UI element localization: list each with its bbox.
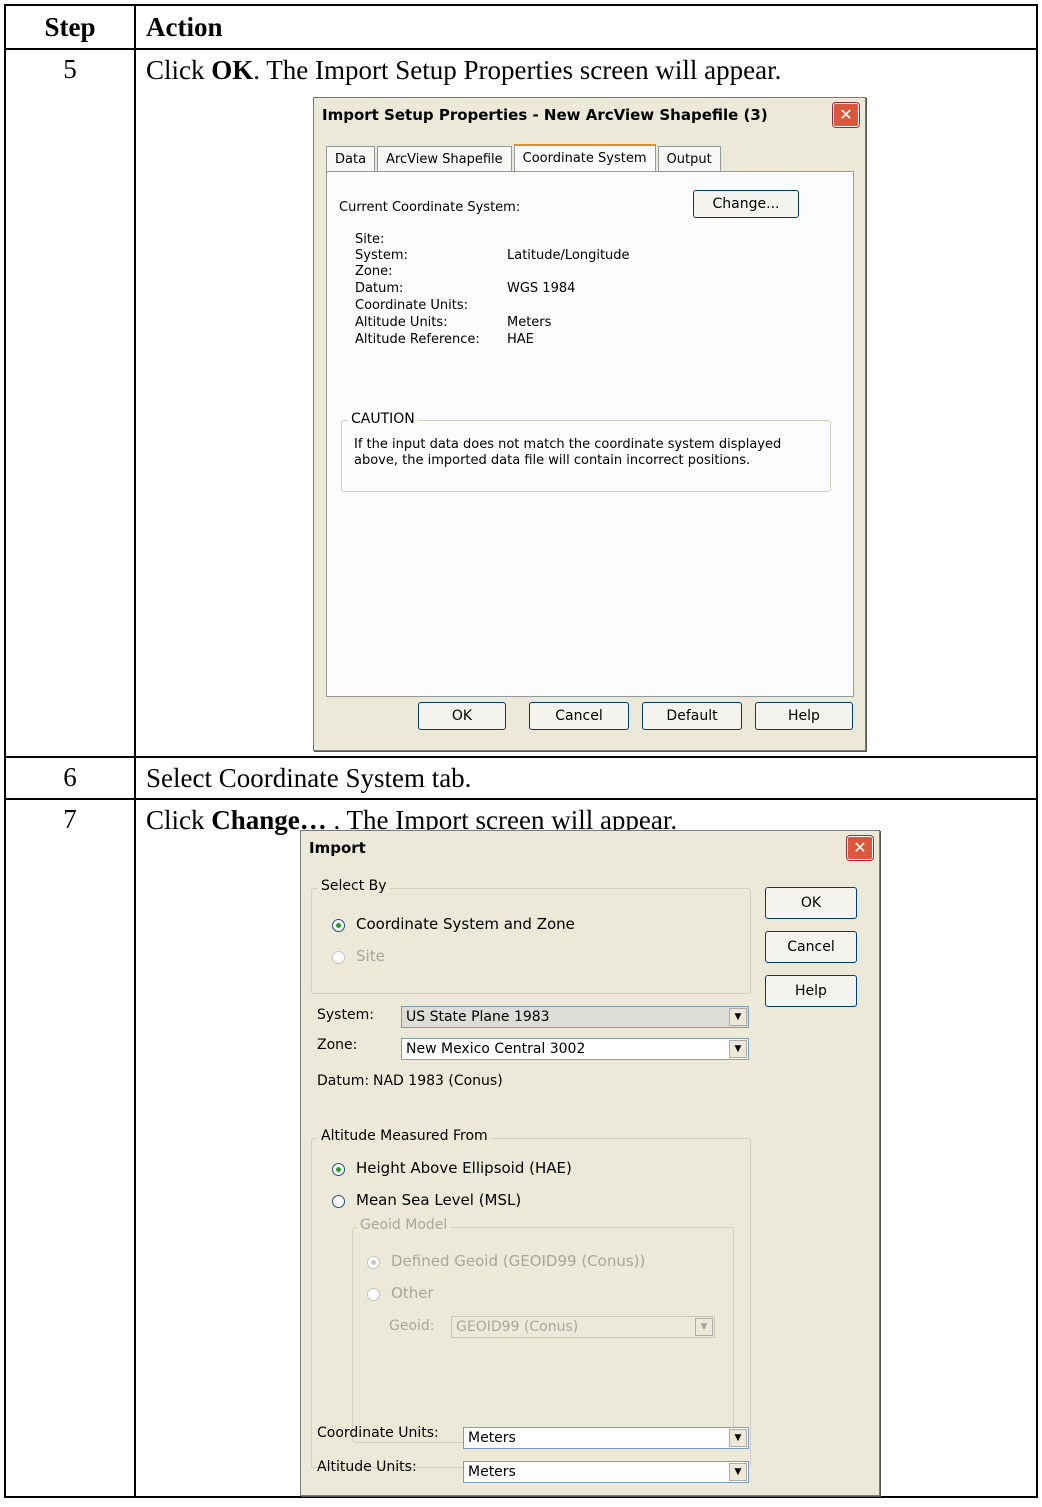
import-dialog: Import ✕ Select By Coordinate System and… — [300, 830, 880, 1496]
msl-radio[interactable] — [332, 1195, 345, 1208]
dialog-titlebar: Import ✕ — [301, 831, 879, 865]
change-button[interactable]: Change... — [693, 190, 799, 218]
altitude-units-select[interactable]: Meters ▼ — [463, 1461, 749, 1483]
site-label: Site: — [355, 232, 385, 247]
zone-label: Zone: — [355, 264, 393, 279]
altitude-reference-label: Altitude Reference: — [355, 332, 480, 347]
coordinate-units-label: Coordinate Units: — [317, 1425, 439, 1441]
altitude-units-label: Altitude Units: — [317, 1459, 417, 1475]
dialog-title: Import Setup Properties - New ArcView Sh… — [322, 106, 768, 124]
coordinate-units-label: Coordinate Units: — [355, 298, 469, 313]
default-button[interactable]: Default — [642, 702, 742, 730]
close-icon[interactable]: ✕ — [847, 836, 873, 860]
action-cell: Select Coordinate System tab. — [134, 756, 1038, 800]
tab-coordinate-system[interactable]: Coordinate System — [513, 144, 656, 172]
system-value: US State Plane 1983 — [406, 1009, 550, 1025]
caution-line-2: above, the imported data file will conta… — [354, 453, 751, 468]
caution-title: CAUTION — [348, 411, 418, 427]
geoid-model-title: Geoid Model — [357, 1217, 451, 1233]
chevron-down-icon[interactable]: ▼ — [729, 1429, 747, 1447]
tab-bar: Data ArcView Shapefile Coordinate System… — [326, 144, 723, 174]
tab-arcview-shapefile[interactable]: ArcView Shapefile — [377, 146, 512, 174]
datum-label: Datum: — [317, 1073, 370, 1089]
action-header: Action — [134, 4, 1038, 50]
datum-value: NAD 1983 (Conus) — [373, 1073, 503, 1089]
system-select[interactable]: US State Plane 1983 ▼ — [401, 1006, 749, 1028]
coordinate-units-value: Meters — [468, 1430, 516, 1446]
coordinate-system-option: Coordinate System and Zone — [356, 915, 575, 933]
altitude-reference-value: HAE — [507, 332, 534, 347]
geoid-model-group: Geoid Model Defined Geoid (GEOID99 (Conu… — [352, 1217, 734, 1443]
coordinate-units-select[interactable]: Meters ▼ — [463, 1427, 749, 1449]
system-value: Latitude/Longitude — [507, 248, 630, 263]
hae-option: Height Above Ellipsoid (HAE) — [356, 1159, 572, 1177]
tab-panel: Current Coordinate System: Change... Sit… — [326, 171, 854, 697]
coordinate-system-radio[interactable] — [332, 919, 345, 932]
site-radio[interactable] — [332, 951, 345, 964]
cancel-button[interactable]: Cancel — [765, 931, 857, 963]
step-number: 7 — [4, 798, 136, 1498]
chevron-down-icon[interactable]: ▼ — [729, 1040, 747, 1058]
defined-geoid-option: Defined Geoid (GEOID99 (Conus)) — [391, 1252, 646, 1270]
chevron-down-icon[interactable]: ▼ — [695, 1318, 713, 1336]
hae-radio[interactable] — [332, 1163, 345, 1176]
table-row: 5 Click OK. The Import Setup Properties … — [4, 48, 1038, 758]
geoid-label: Geoid: — [389, 1318, 435, 1334]
system-label: System: — [317, 1007, 374, 1023]
action-cell: Click OK. The Import Setup Properties sc… — [134, 48, 1038, 758]
caution-line-1: If the input data does not match the coo… — [354, 437, 782, 452]
import-setup-dialog: Import Setup Properties - New ArcView Sh… — [313, 97, 866, 751]
help-button[interactable]: Help — [755, 702, 853, 730]
zone-select[interactable]: New Mexico Central 3002 ▼ — [401, 1038, 749, 1060]
other-geoid-radio[interactable] — [367, 1288, 380, 1301]
table-row: 6 Select Coordinate System tab. — [4, 756, 1038, 800]
caution-group: CAUTION If the input data does not match… — [341, 411, 831, 492]
altitude-group: Altitude Measured From Height Above Elli… — [311, 1128, 751, 1468]
zone-value: New Mexico Central 3002 — [406, 1041, 586, 1057]
cancel-button[interactable]: Cancel — [529, 702, 629, 730]
altitude-units-value: Meters — [507, 315, 552, 330]
defined-geoid-radio[interactable] — [367, 1256, 380, 1269]
instruction: Click OK. The Import Setup Properties sc… — [146, 55, 782, 85]
current-coordinate-label: Current Coordinate System: — [339, 200, 521, 215]
close-icon[interactable]: ✕ — [833, 103, 859, 127]
ok-button[interactable]: OK — [418, 702, 506, 730]
altitude-units-value: Meters — [468, 1464, 516, 1480]
help-button[interactable]: Help — [765, 975, 857, 1007]
site-option: Site — [356, 947, 385, 965]
dialog-titlebar: Import Setup Properties - New ArcView Sh… — [314, 98, 865, 132]
step-number: 5 — [4, 48, 136, 758]
tab-data[interactable]: Data — [326, 146, 376, 174]
step-header: Step — [4, 4, 136, 50]
datum-label: Datum: — [355, 281, 404, 296]
altitude-group-title: Altitude Measured From — [318, 1128, 491, 1144]
zone-label: Zone: — [317, 1037, 358, 1053]
ok-button[interactable]: OK — [765, 887, 857, 919]
altitude-units-label: Altitude Units: — [355, 315, 448, 330]
select-by-title: Select By — [318, 878, 390, 894]
datum-value: WGS 1984 — [507, 281, 576, 296]
msl-option: Mean Sea Level (MSL) — [356, 1191, 522, 1209]
chevron-down-icon[interactable]: ▼ — [729, 1463, 747, 1481]
geoid-value: GEOID99 (Conus) — [456, 1319, 579, 1335]
system-label: System: — [355, 248, 408, 263]
geoid-select[interactable]: GEOID99 (Conus) ▼ — [451, 1316, 715, 1338]
chevron-down-icon[interactable]: ▼ — [729, 1008, 747, 1026]
header-row: Step Action — [4, 4, 1038, 50]
step-number: 6 — [4, 756, 136, 800]
other-geoid-option: Other — [391, 1284, 434, 1302]
tab-output[interactable]: Output — [657, 146, 721, 174]
select-by-group: Select By Coordinate System and Zone Sit… — [311, 878, 751, 994]
instruction: Select Coordinate System tab. — [146, 763, 472, 793]
dialog-title: Import — [309, 839, 366, 857]
